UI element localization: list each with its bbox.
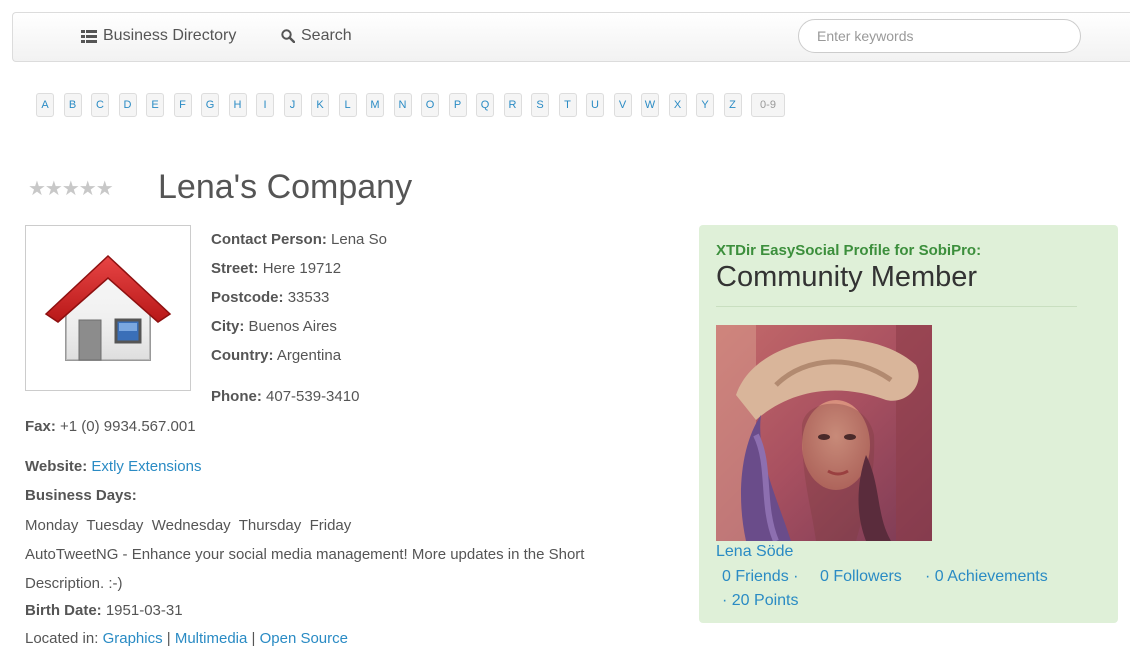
easysocial-profile-panel: XTDir EasySocial Profile for SobiPro: Co… <box>699 225 1118 623</box>
street-value: Here 19712 <box>262 260 342 277</box>
website-label: Website: <box>25 458 88 475</box>
keywords-input[interactable] <box>798 19 1081 53</box>
letter-c-button[interactable]: C <box>91 93 109 117</box>
contact-person-value: Lena So <box>331 231 387 248</box>
business-directory-nav[interactable]: Business Directory <box>81 27 236 45</box>
list-icon <box>81 29 97 43</box>
letter-e-button[interactable]: E <box>146 93 164 117</box>
letter-s-button[interactable]: S <box>531 93 549 117</box>
letter-a-button[interactable]: A <box>36 93 54 117</box>
letter-u-button[interactable]: U <box>586 93 604 117</box>
fax-field: Fax: +1 (0) 9934.567.001 <box>25 418 196 435</box>
letter-t-button[interactable]: T <box>558 93 577 117</box>
birth-date-label: Birth Date: <box>25 602 102 619</box>
city-value: Buenos Aires <box>248 318 337 335</box>
postcode-label: Postcode: <box>211 289 284 306</box>
rating-stars[interactable]: ★★★★★ <box>28 176 114 201</box>
followers-link[interactable]: 0 Followers <box>820 568 902 586</box>
letter-o-button[interactable]: O <box>421 93 439 117</box>
letter-r-button[interactable]: R <box>503 93 522 117</box>
profile-title: Community Member <box>716 261 978 293</box>
achievements-link[interactable]: · 0 Achievements <box>925 568 1048 586</box>
letter-q-button[interactable]: Q <box>476 93 494 117</box>
top-navbar: Business Directory Search <box>12 12 1130 62</box>
category-link-graphics[interactable]: Graphics <box>103 630 163 647</box>
city-field: City: Buenos Aires <box>211 318 337 335</box>
letter-0-9-button[interactable]: 0-9 <box>751 93 785 117</box>
friends-link[interactable]: 0 Friends · <box>722 568 798 586</box>
letter-k-button[interactable]: K <box>311 93 329 117</box>
letter-f-button[interactable]: F <box>173 93 192 117</box>
letter-v-button[interactable]: V <box>613 93 632 117</box>
letter-d-button[interactable]: D <box>118 93 137 117</box>
street-field: Street: Here 19712 <box>211 260 341 277</box>
entry-title: Lena's Company <box>158 168 413 206</box>
letter-m-button[interactable]: M <box>366 93 384 117</box>
letter-b-button[interactable]: B <box>63 93 82 117</box>
letter-x-button[interactable]: X <box>668 93 687 117</box>
search-icon <box>281 29 295 43</box>
category-separator: | <box>162 630 175 647</box>
street-label: Street: <box>211 260 259 277</box>
birth-date-value: 1951-03-31 <box>105 602 183 619</box>
postcode-field: Postcode: 33533 <box>211 289 329 306</box>
category-link-open-source[interactable]: Open Source <box>260 630 348 647</box>
contact-person-field: Contact Person: Lena So <box>211 231 387 248</box>
birth-date-field: Birth Date: 1951-03-31 <box>25 602 183 619</box>
country-field: Country: Argentina <box>211 347 341 364</box>
letter-j-button[interactable]: J <box>283 93 302 117</box>
search-label: Search <box>301 27 352 44</box>
letter-p-button[interactable]: P <box>448 93 467 117</box>
business-days-field: Business Days: <box>25 487 137 504</box>
website-link[interactable]: Extly Extensions <box>91 458 201 475</box>
country-label: Country: <box>211 347 274 364</box>
website-field: Website: Extly Extensions <box>25 458 201 475</box>
phone-value: 407-539-3410 <box>266 388 360 405</box>
fax-value: +1 (0) 9934.567.001 <box>60 418 196 435</box>
letter-n-button[interactable]: N <box>393 93 412 117</box>
letter-i-button[interactable]: I <box>256 93 274 117</box>
company-logo <box>25 225 191 391</box>
phone-field: Phone: 407-539-3410 <box>211 388 359 405</box>
business-directory-label: Business Directory <box>103 27 237 44</box>
phone-label: Phone: <box>211 388 262 405</box>
letter-g-button[interactable]: G <box>201 93 219 117</box>
postcode-value: 33533 <box>287 289 330 306</box>
letter-l-button[interactable]: L <box>338 93 357 117</box>
search-nav[interactable]: Search <box>281 27 352 45</box>
profile-name-link[interactable]: Lena Söde <box>716 543 793 561</box>
letter-w-button[interactable]: W <box>641 93 659 117</box>
category-link-multimedia[interactable]: Multimedia <box>175 630 248 647</box>
alphabet-filter: A B C D E F G H I J K L M N O P Q R S T U V W X Y Z 0-9 <box>36 93 785 117</box>
description-line-1: AutoTweetNG - Enhance your social media … <box>25 546 585 563</box>
description-line-2: Description. :-) <box>25 575 123 592</box>
business-days-label: Business Days: <box>25 487 137 504</box>
profile-divider <box>716 306 1077 307</box>
business-days-value: Monday Tuesday Wednesday Thursday Friday <box>25 517 352 534</box>
fax-label: Fax: <box>25 418 56 435</box>
category-separator: | <box>247 630 260 647</box>
letter-h-button[interactable]: H <box>228 93 247 117</box>
profile-subtitle: XTDir EasySocial Profile for SobiPro: <box>716 242 982 259</box>
located-in-label: Located in: <box>25 630 99 647</box>
profile-photo[interactable] <box>716 325 932 541</box>
letter-y-button[interactable]: Y <box>696 93 714 117</box>
located-in-field: Located in: Graphics | Multimedia | Open… <box>25 630 348 647</box>
contact-person-label: Contact Person: <box>211 231 327 248</box>
country-value: Argentina <box>276 347 342 364</box>
points-link[interactable]: · 20 Points <box>722 592 798 610</box>
letter-z-button[interactable]: Z <box>723 93 742 117</box>
city-label: City: <box>211 318 245 335</box>
house-icon <box>44 254 172 361</box>
